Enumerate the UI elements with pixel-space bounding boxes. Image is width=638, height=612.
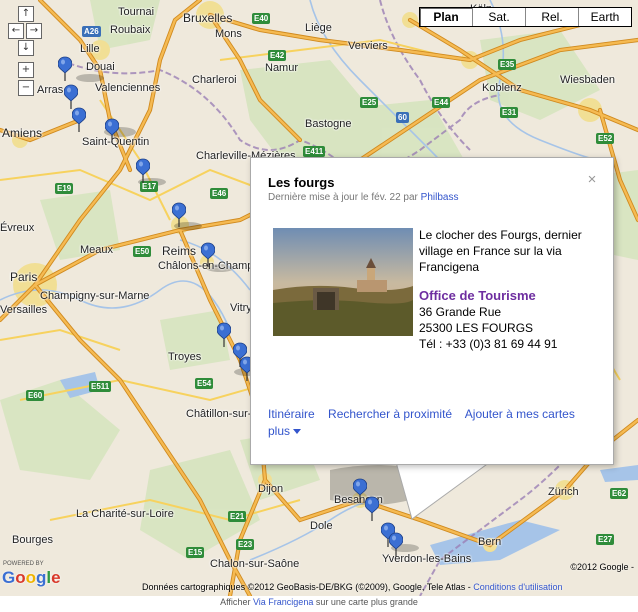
- office-block: Office de Tourisme 36 Grande Rue 25300 L…: [419, 288, 557, 352]
- road-shield: E52: [596, 133, 615, 144]
- road-shield: E25: [360, 97, 379, 108]
- route-marker[interactable]: [365, 496, 379, 522]
- place-photo: [273, 228, 413, 336]
- route-map-link[interactable]: Via Francigena: [253, 597, 313, 607]
- address-line-1: 36 Grande Rue: [419, 305, 502, 319]
- road-shield: E54: [195, 378, 214, 389]
- infowindow-updated: Dernière mise à jour le fév. 22 par Phil…: [268, 192, 458, 203]
- address-line-2: 25300 LES FOURGS: [419, 321, 534, 335]
- road-shield: E62: [610, 488, 629, 499]
- road-shield: 60: [396, 112, 409, 123]
- route-marker[interactable]: [201, 242, 215, 268]
- road-shield: E42: [268, 50, 287, 61]
- phone: Tél : +33 (0)3 81 69 44 91: [419, 337, 558, 351]
- zoom-out-button[interactable]: −: [18, 80, 34, 96]
- more-link[interactable]: plus: [268, 424, 302, 438]
- road-shield: A26: [82, 26, 101, 37]
- terms-link[interactable]: Conditions d'utilisation: [473, 582, 562, 592]
- add-to-maps-link[interactable]: Ajouter à mes cartes: [465, 407, 575, 421]
- directions-link[interactable]: Itinéraire: [268, 407, 315, 421]
- pan-down-button[interactable]: ↓: [18, 40, 34, 56]
- road-shield: E15: [186, 547, 205, 558]
- road-shield: E411: [303, 146, 326, 157]
- infowindow-tail: [396, 461, 491, 520]
- road-shield: E31: [500, 107, 519, 118]
- map-type-relief[interactable]: Rel.: [525, 8, 578, 26]
- road-shield: E60: [26, 390, 45, 401]
- infowindow-title: Les fourgs: [268, 175, 335, 190]
- route-marker[interactable]: [105, 118, 119, 144]
- road-shield: E511: [89, 381, 112, 392]
- close-icon[interactable]: ×: [585, 172, 599, 187]
- place-description: Le clocher des Fourgs, dernier village e…: [419, 228, 582, 274]
- pan-up-button[interactable]: ↑: [18, 6, 34, 22]
- powered-by: POWERED BY: [3, 561, 44, 567]
- search-nearby-link[interactable]: Rechercher à proximité: [328, 407, 452, 421]
- route-marker[interactable]: [389, 532, 403, 558]
- pan-right-button[interactable]: →: [26, 23, 42, 39]
- google-logo[interactable]: Google: [2, 568, 61, 588]
- road-shield: E23: [236, 539, 255, 550]
- route-marker[interactable]: [217, 322, 231, 348]
- route-marker[interactable]: [72, 107, 86, 133]
- map-type-satellite[interactable]: Sat.: [472, 8, 525, 26]
- map-type-plan[interactable]: Plan: [420, 8, 472, 26]
- footer-suffix: sur une carte plus grande: [313, 597, 418, 607]
- route-marker[interactable]: [172, 202, 186, 228]
- infowindow-actions: Itinéraire Rechercher à proximité Ajoute…: [268, 406, 598, 440]
- footer: Afficher Via Francigena sur une carte pl…: [0, 597, 638, 607]
- road-shield: E44: [432, 97, 451, 108]
- updated-text: Dernière mise à jour le fév. 22 par: [268, 192, 421, 203]
- road-shield: E27: [596, 534, 615, 545]
- route-marker[interactable]: [58, 56, 72, 82]
- map-canvas[interactable]: Bruxelles Liège Köln Lille Roubaix Tourn…: [0, 0, 638, 596]
- attribution-text: Données cartographiques ©2012 GeoBasis-D…: [142, 582, 474, 592]
- zoom-in-button[interactable]: +: [18, 62, 34, 78]
- more-label: plus: [268, 424, 291, 438]
- author-link[interactable]: Philbass: [421, 192, 459, 203]
- map-type-earth[interactable]: Earth: [578, 8, 631, 26]
- road-shield: E35: [498, 59, 517, 70]
- footer-prefix: Afficher: [220, 597, 253, 607]
- road-shield: E40: [252, 13, 271, 24]
- attribution: Données cartographiques ©2012 GeoBasis-D…: [142, 582, 563, 592]
- road-shield: E46: [210, 188, 229, 199]
- chevron-down-icon: [293, 429, 302, 435]
- pan-left-button[interactable]: ←: [8, 23, 24, 39]
- infowindow: Les fourgs Dernière mise à jour le fév. …: [250, 157, 614, 465]
- road-shield: E21: [228, 511, 247, 522]
- copyright: ©2012 Google -: [570, 562, 634, 572]
- map-type-selector: Plan Sat. Rel. Earth: [419, 7, 632, 27]
- road-shield: E19: [55, 183, 74, 194]
- road-shield: E50: [133, 246, 152, 257]
- office-title: Office de Tourisme: [419, 288, 536, 303]
- route-marker[interactable]: [136, 158, 150, 184]
